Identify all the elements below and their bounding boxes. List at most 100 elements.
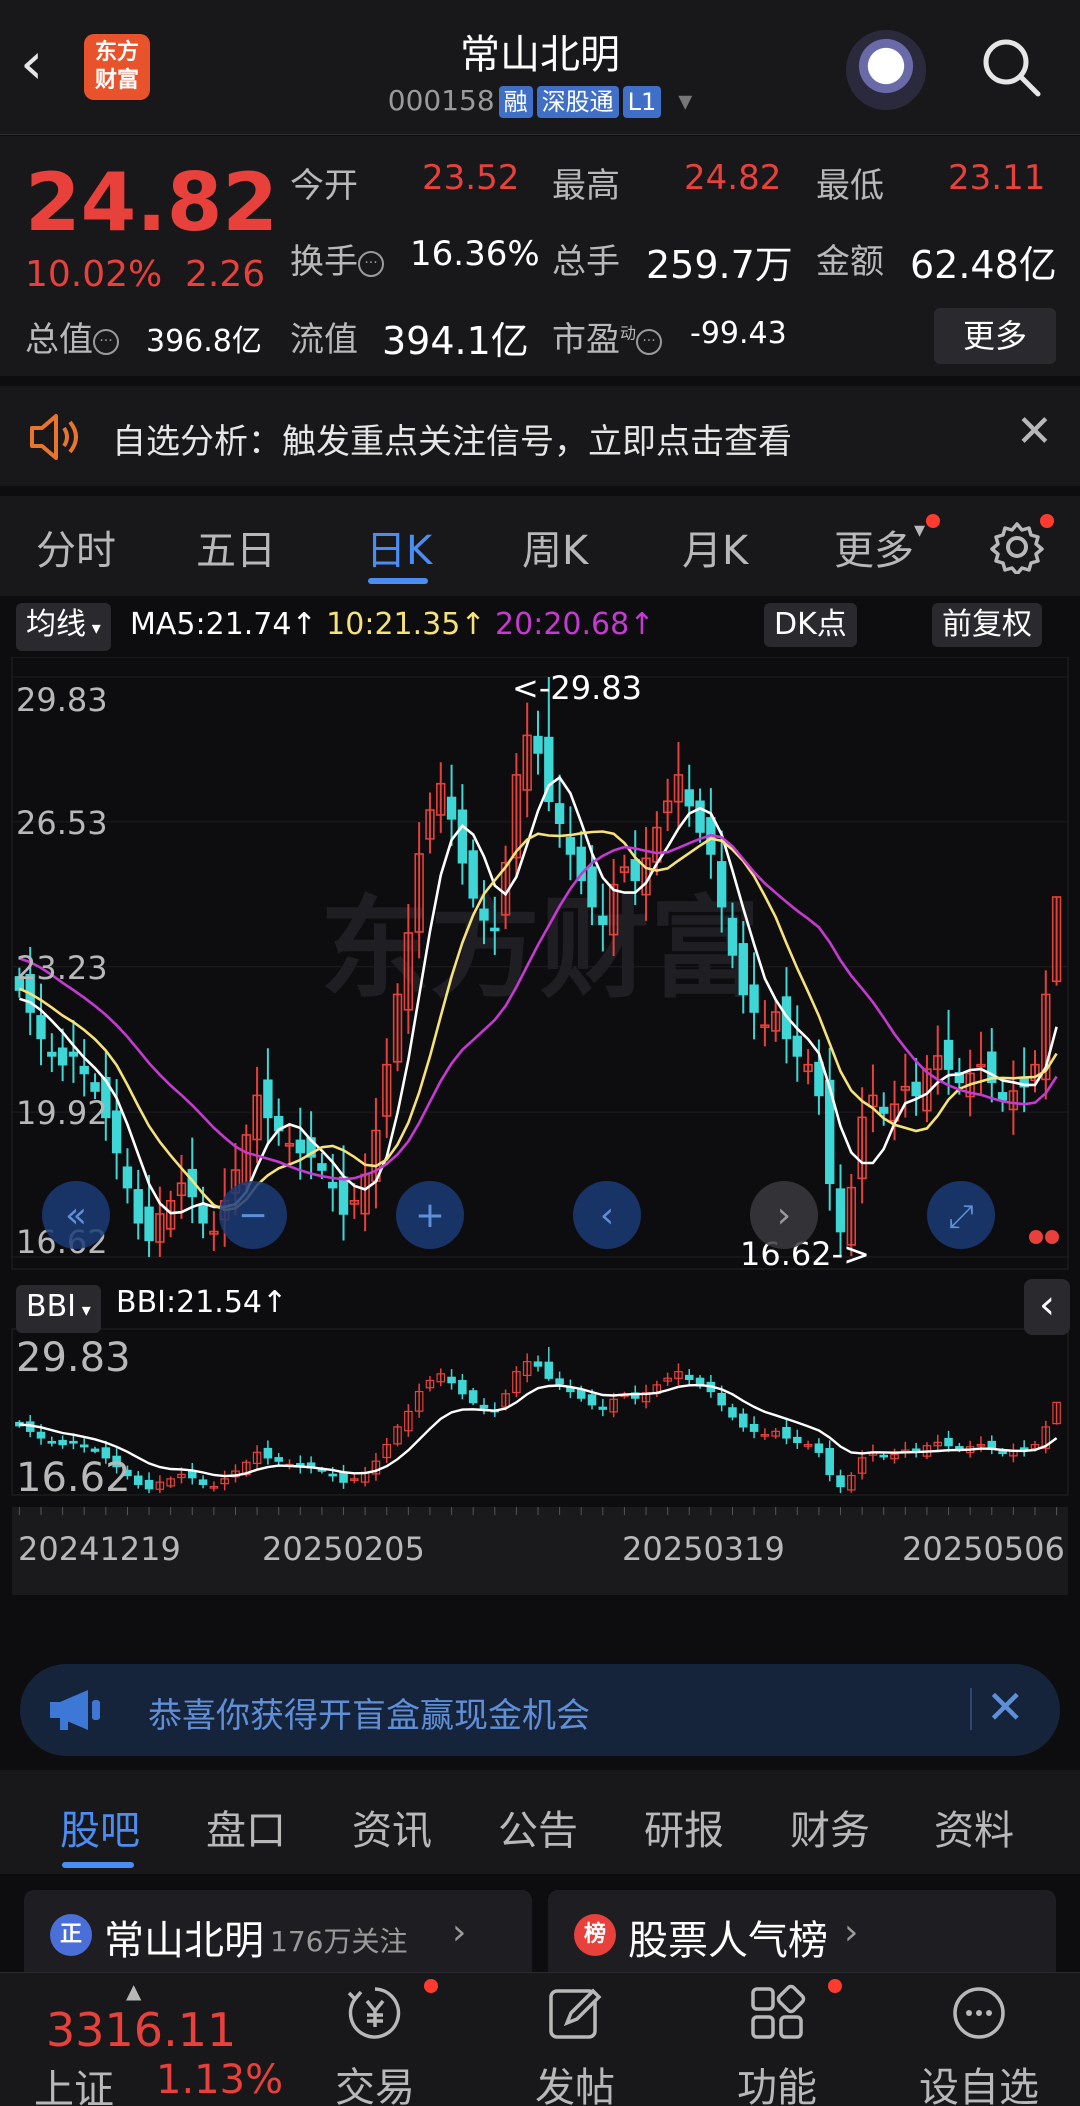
notification-dot (1040, 514, 1054, 528)
gear-icon[interactable] (990, 520, 1044, 574)
candle-body (749, 984, 759, 1013)
scroll-right-button[interactable]: › (750, 1181, 818, 1249)
close-icon[interactable]: ✕ (1016, 406, 1053, 457)
amount-value: 62.48亿 (910, 243, 1057, 287)
mktcap-label: 总值 ··· (25, 312, 119, 361)
kline-chart-area[interactable]: 均线 ▾ MA5:21.74↑ 10:21.35↑ 20:20.68↑ DK点 … (0, 597, 1080, 1647)
nav-functions[interactable]: 功能 (702, 1983, 852, 2106)
bbi-legend: BBI:21.54↑ (116, 1285, 287, 1320)
candle-body (943, 1039, 954, 1070)
dk-button[interactable]: DK点 (764, 603, 857, 647)
nav-trade[interactable]: 交易 (300, 1983, 450, 2106)
tab-five-day[interactable]: 五日 (196, 518, 276, 576)
search-icon[interactable] (980, 36, 1042, 98)
tab-research[interactable]: 研报 (644, 1798, 724, 1856)
bbi-candle-body (479, 1404, 489, 1409)
info-icon[interactable]: ··· (636, 328, 663, 355)
jump-left-button[interactable]: « (42, 1181, 110, 1249)
analysis-notice[interactable]: 自选分析：触发重点关注信号，立即点击查看 ✕ (0, 386, 1080, 486)
candle-body (565, 837, 576, 855)
scroll-left-button[interactable]: ‹ (573, 1181, 641, 1249)
forum-badge-icon: 正 (50, 1914, 92, 1956)
bbi-candle-body (90, 1448, 100, 1452)
candle-body (468, 850, 478, 899)
expand-icon: ⤢ (948, 1197, 974, 1235)
info-icon[interactable]: ··· (358, 250, 384, 277)
candle-body (533, 735, 543, 754)
bbi-candle-body (274, 1457, 283, 1462)
app-header: ‹ 东方 财富 常山北明 000158 融深股通 L1 ▾ (0, 0, 1080, 135)
float-label: 流值 (290, 320, 358, 360)
up-arrow-icon: ↑ (460, 607, 486, 642)
ma-selector[interactable]: 均线 ▾ (16, 603, 111, 651)
nav-post[interactable]: 发帖 (500, 1983, 650, 2106)
quote-panel: 24.82 10.02% 2.26 今开 23.52 最高 24.82 最低 2… (0, 136, 1080, 376)
candle-body (792, 1035, 802, 1057)
tab-profile[interactable]: 资料 (934, 1798, 1014, 1856)
candle-body (554, 803, 565, 825)
indicator-dot (1029, 1230, 1043, 1244)
candle-body (835, 1188, 846, 1233)
bbi-candle-body (836, 1475, 845, 1488)
nav-label: 发帖 (535, 2065, 615, 2106)
change-amount: 2.26 (185, 254, 266, 295)
bbi-candle-body (955, 1446, 964, 1450)
bbi-candle-body (47, 1440, 57, 1444)
tab-forum[interactable]: 股吧 (60, 1798, 140, 1856)
candle-body (90, 1082, 100, 1092)
megaphone-icon (50, 1690, 100, 1730)
bbi-candle-body (36, 1431, 46, 1439)
zoom-in-button[interactable]: + (396, 1181, 464, 1249)
popularity-card[interactable]: 榜 股票人气榜 › (548, 1890, 1056, 1980)
bbi-candle-body (576, 1389, 586, 1399)
bbi-candle-body (782, 1426, 791, 1439)
candle-body (630, 859, 640, 882)
tab-announcements[interactable]: 公告 (498, 1798, 578, 1856)
tab-more[interactable]: 更多▾ (834, 518, 925, 576)
candle-body (598, 915, 608, 925)
index-value[interactable]: 3316.11 (46, 2003, 236, 2057)
candle-body (57, 1047, 68, 1066)
bbi-candle-body (447, 1376, 456, 1384)
adjust-button[interactable]: 前复权 (932, 603, 1042, 647)
fullscreen-button[interactable]: ⤢ (927, 1181, 995, 1249)
ranking-icon: 榜 (574, 1914, 616, 1956)
collapse-panel-button[interactable]: ‹ (1024, 1279, 1070, 1335)
candle-body (328, 1181, 338, 1189)
tab-intraday[interactable]: 分时 (36, 518, 116, 576)
tab-underline (62, 1862, 134, 1868)
ma5-value: MA5:21.74 (130, 607, 292, 642)
low-value: 23.11 (948, 158, 1046, 198)
high-label: 最高 (552, 166, 620, 206)
promo-banner[interactable]: 恭喜你获得开盲盒赢现金机会 ✕ (20, 1664, 1060, 1756)
tab-finance[interactable]: 财务 (790, 1798, 870, 1856)
edit-icon (549, 1988, 602, 2039)
up-arrow-icon: ↑ (262, 1285, 288, 1320)
more-button[interactable]: 更多 (934, 308, 1056, 364)
bbi-candle-body (533, 1361, 543, 1367)
robot-assistant-icon[interactable] (846, 30, 926, 110)
tab-underline (368, 578, 428, 584)
nav-add-watchlist[interactable]: 设自选 (904, 1983, 1054, 2106)
tab-news[interactable]: 资讯 (352, 1798, 432, 1856)
info-icon[interactable]: ··· (93, 328, 119, 355)
candle-body (879, 1106, 889, 1114)
close-icon[interactable]: ✕ (986, 1680, 1025, 1734)
tab-daily-k[interactable]: 日K (366, 518, 432, 576)
y-tick-label: 19.92 (16, 1094, 108, 1132)
chevron-down-icon: ▾ (914, 518, 926, 543)
zoom-out-button[interactable]: − (219, 1181, 287, 1249)
kline-svg[interactable]: 东方财富 29.8326.5323.2319.9216.62 <-29.83 1… (0, 657, 1080, 1647)
caret-up-icon: ▲ (126, 1979, 142, 2003)
tab-monthly-k[interactable]: 月K (682, 518, 748, 576)
ma-selector-label: 均线 (26, 607, 86, 642)
tab-orderbook[interactable]: 盘口 (206, 1798, 286, 1856)
current-price: 24.82 (25, 156, 279, 249)
bbi-selector[interactable]: BBI ▾ (16, 1285, 101, 1333)
bbi-candle-body (144, 1479, 154, 1490)
tab-weekly-k[interactable]: 周K (522, 518, 588, 576)
forum-card[interactable]: 正 常山北明 176万关注 › (24, 1890, 532, 1980)
more-circle-icon (953, 1987, 1005, 2039)
candle-body (122, 1166, 133, 1189)
high-value: 24.82 (684, 158, 782, 198)
